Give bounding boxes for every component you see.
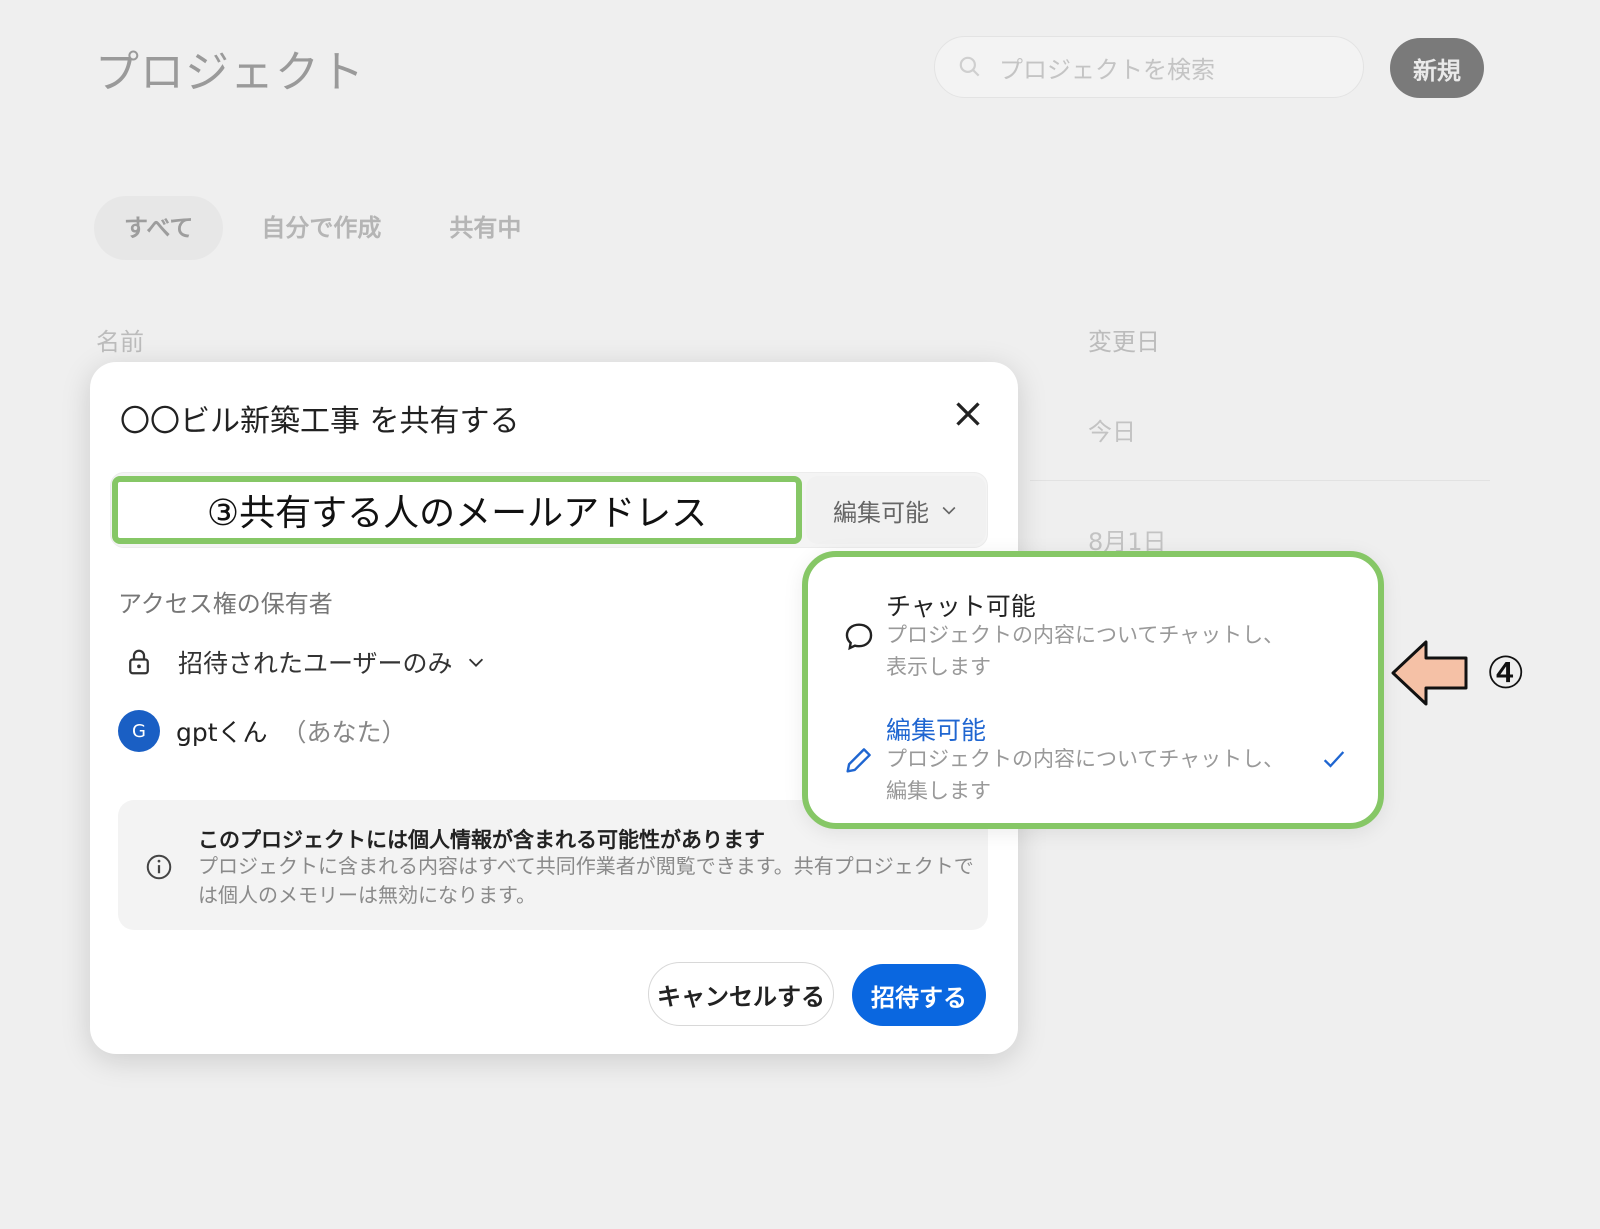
option-description: プロジェクトの内容についてチャットし、表示します [886,623,1285,679]
search-placeholder: プロジェクトを検索 [999,55,1215,84]
column-header-name[interactable]: 名前 [96,322,144,357]
member-name: gptくん [176,718,268,747]
column-header-modified[interactable]: 変更日 [1088,322,1160,357]
lock-icon [129,649,149,675]
row-divider [1030,480,1490,481]
tab-all[interactable]: すべて [94,196,224,260]
notice-body: プロジェクトに含まれる内容はすべて共同作業者が閲覧できます。共有プロジェクトでは… [198,854,974,907]
option-can-chat[interactable]: チャット可能 プロジェクトの内容についてチャットし、表示します [808,571,1378,691]
tab-mine[interactable]: 自分で作成 [231,196,411,260]
option-can-edit[interactable]: 編集可能 プロジェクトの内容についてチャットし、編集します [808,695,1378,815]
project-tabs: すべて 自分で作成 共有中 [94,196,559,260]
info-icon [146,854,172,880]
check-icon [1323,751,1345,768]
step-number-label: ④ [1486,648,1526,699]
dialog-title: 〇〇ビル新築工事 を共有する [120,404,520,439]
row-modified-date: 今日 [1088,418,1136,446]
option-title: チャット可能 [886,592,1036,621]
member-row: G gptくん （あなた） [118,710,407,752]
email-annotation-label: ③共有する人のメールアドレス [206,493,708,534]
page-title: プロジェクト [95,47,365,98]
annotation-arrow-icon [1391,640,1468,706]
access-scope-select[interactable]: 招待されたユーザーのみ [124,644,487,680]
invite-button[interactable]: 招待する [852,964,986,1026]
access-holders-label: アクセス権の保有者 [118,590,333,618]
new-project-button[interactable]: 新規 [1390,38,1484,98]
chevron-down-icon [942,506,956,515]
access-scope-label: 招待されたユーザーのみ [178,649,453,678]
search-input[interactable]: プロジェクトを検索 [934,36,1364,98]
close-icon[interactable] [950,396,986,432]
option-title: 編集可能 [886,716,987,745]
chevron-down-icon [468,658,483,667]
chat-bubble-icon [845,623,873,651]
avatar: G [118,710,160,752]
cancel-button[interactable]: キャンセルする [648,962,834,1026]
permission-select[interactable]: 編集可能 [806,476,986,544]
notice-title: このプロジェクトには個人情報が含まれる可能性があります [198,828,765,852]
tab-shared[interactable]: 共有中 [419,196,551,260]
member-you-tag: （あなた） [281,718,407,747]
option-description: プロジェクトの内容についてチャットし、編集します [886,747,1285,803]
permission-selected-label: 編集可能 [833,498,929,527]
email-input[interactable]: ③共有する人のメールアドレス [112,476,802,544]
pencil-icon [846,748,871,773]
search-icon [959,56,980,77]
permission-dropdown: チャット可能 プロジェクトの内容についてチャットし、表示します 編集可能 プロジ… [802,551,1384,829]
